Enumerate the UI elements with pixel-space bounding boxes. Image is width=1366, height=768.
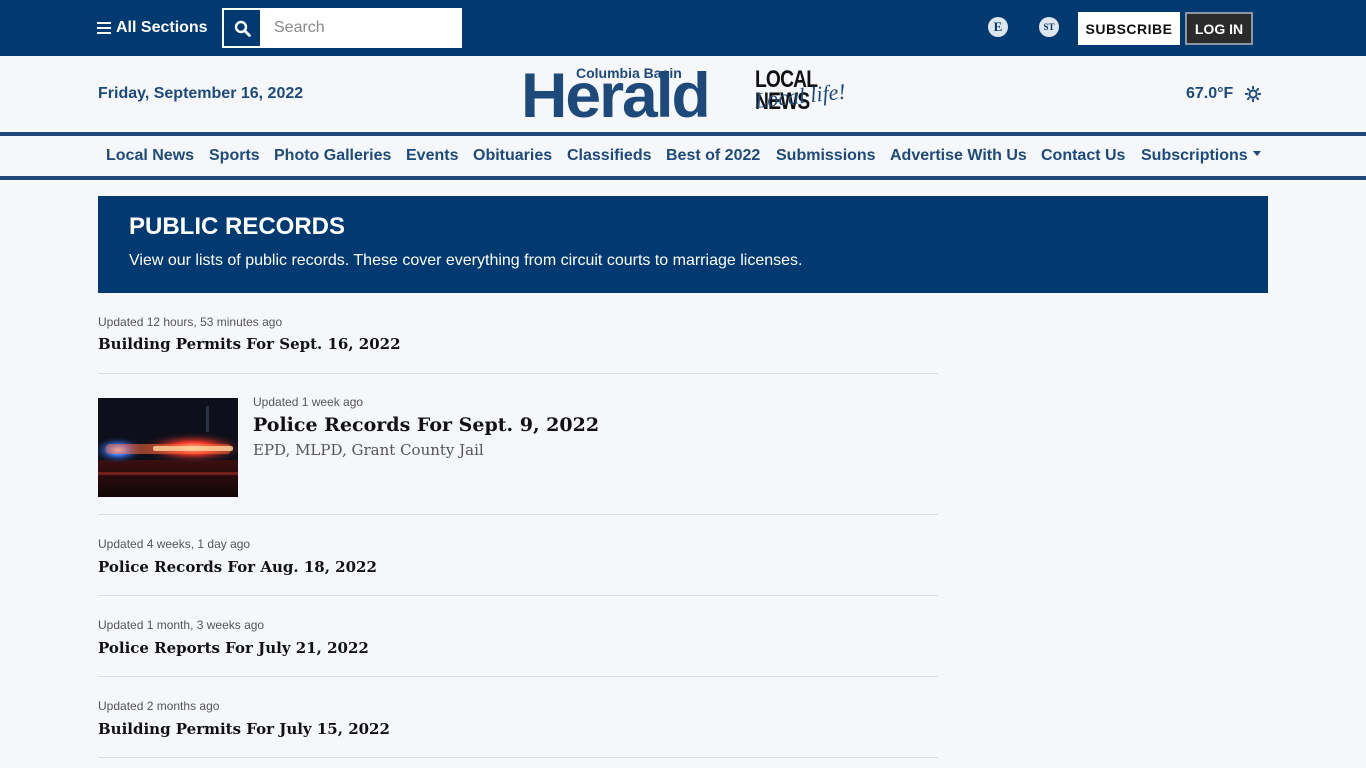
sun-icon xyxy=(1245,86,1262,102)
nav-item-events[interactable]: Events xyxy=(406,147,458,165)
nav-item-submissions[interactable]: Submissions xyxy=(776,147,876,165)
login-button[interactable]: LOG IN xyxy=(1185,12,1253,45)
nav-item-obituaries[interactable]: Obituaries xyxy=(473,147,552,165)
list-item: Updated 2 months ago Building Permits Fo… xyxy=(98,677,938,758)
special-edition-label: ST xyxy=(1043,22,1055,32)
login-label: LOG IN xyxy=(1194,20,1244,37)
main-navigation: Local News Sports Photo Galleries Events… xyxy=(0,132,1366,180)
nav-item-advertise[interactable]: Advertise With Us xyxy=(890,147,1027,165)
search-input[interactable] xyxy=(262,8,462,48)
police-lights-image xyxy=(98,398,238,497)
nav-item-photo-galleries[interactable]: Photo Galleries xyxy=(274,147,391,165)
search-icon xyxy=(234,20,251,37)
updated-timestamp: Updated 1 week ago xyxy=(253,395,364,409)
list-item: Updated 1 month, 3 weeks ago Police Repo… xyxy=(98,596,938,677)
record-headline[interactable]: Building Permits For July 15, 2022 xyxy=(98,720,390,738)
temperature: 67.0°F xyxy=(1186,85,1234,102)
section-title: PUBLIC RECORDS xyxy=(129,213,346,240)
police-lights-thumbnail[interactable] xyxy=(98,398,238,497)
nav-item-sports[interactable]: Sports xyxy=(209,147,260,165)
weather-widget[interactable]: 67.0°F xyxy=(1186,85,1262,103)
top-bar: All Sections E ST SUBSCRIBE LOG IN xyxy=(0,0,1366,56)
special-edition-icon[interactable]: ST xyxy=(1039,17,1059,37)
nav-item-subscriptions-label: Subscriptions xyxy=(1141,147,1248,164)
record-subheadline: EPD, MLPD, Grant County Jail xyxy=(253,441,484,459)
updated-timestamp: Updated 12 hours, 53 minutes ago xyxy=(98,315,283,329)
current-date: Friday, September 16, 2022 xyxy=(98,85,304,102)
nav-item-contact-us[interactable]: Contact Us xyxy=(1041,147,1125,165)
updated-timestamp: Updated 1 month, 3 weeks ago xyxy=(98,618,265,632)
masthead: Friday, September 16, 2022 Herald Columb… xyxy=(0,56,1366,132)
nav-item-best-of-2022[interactable]: Best of 2022 xyxy=(666,147,760,165)
nav-item-subscriptions[interactable]: Subscriptions xyxy=(1141,147,1261,165)
caret-down-icon xyxy=(1252,151,1261,157)
list-item: Updated 12 hours, 53 minutes ago Buildin… xyxy=(98,313,938,374)
subscribe-label: SUBSCRIBE xyxy=(1085,20,1173,37)
list-item: Updated 4 weeks, 1 day ago Police Record… xyxy=(98,515,938,596)
nav-item-local-news[interactable]: Local News xyxy=(106,147,194,165)
record-headline[interactable]: Police Records For Sept. 9, 2022 xyxy=(253,414,599,436)
updated-timestamp: Updated 2 months ago xyxy=(98,699,220,713)
section-description: View our lists of public records. These … xyxy=(129,252,803,269)
record-headline[interactable]: Police Records For Aug. 18, 2022 xyxy=(98,558,377,576)
section-banner: PUBLIC RECORDS View our lists of public … xyxy=(98,196,1268,293)
all-sections-label: All Sections xyxy=(116,19,208,36)
record-headline[interactable]: Building Permits For Sept. 16, 2022 xyxy=(98,335,401,353)
hamburger-icon xyxy=(97,22,111,34)
record-headline[interactable]: Police Reports For July 21, 2022 xyxy=(98,639,369,657)
nav-item-classifieds[interactable]: Classifieds xyxy=(567,147,651,165)
subscribe-button[interactable]: SUBSCRIBE xyxy=(1078,12,1180,45)
logo-columbia-text: Columbia Basin xyxy=(576,65,682,81)
e-edition-icon[interactable]: E xyxy=(988,17,1008,37)
list-item: Updated 1 week ago Police Records For Se… xyxy=(98,374,938,515)
updated-timestamp: Updated 4 weeks, 1 day ago xyxy=(98,537,251,551)
all-sections-button[interactable]: All Sections xyxy=(97,16,208,40)
e-edition-label: E xyxy=(993,19,1003,34)
site-logo[interactable]: Herald Columbia Basin LOCAL NEWS Local l… xyxy=(521,64,851,128)
search-button[interactable] xyxy=(222,8,262,48)
